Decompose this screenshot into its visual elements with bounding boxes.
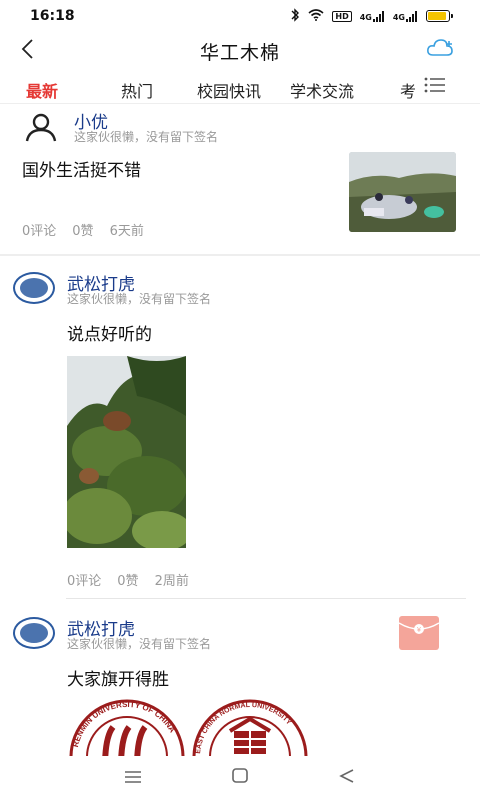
square-icon: [231, 768, 249, 788]
post-signature: 这家伙很懒，没有留下签名: [67, 637, 212, 651]
author-avatar[interactable]: [13, 617, 55, 649]
nav-menu-button[interactable]: [118, 763, 148, 793]
tab-latest[interactable]: 最新: [26, 78, 58, 102]
comment-count[interactable]: 0评论: [67, 570, 101, 589]
post-thumbnail[interactable]: [349, 152, 456, 232]
post-time: 2周前: [154, 574, 189, 589]
post-card[interactable]: 小优 这家伙很懒，没有留下签名 国外生活挺不错 0评论 0赞 6天前: [0, 106, 480, 254]
post-content[interactable]: 国外生活挺不错: [22, 156, 141, 181]
post-content[interactable]: 说点好听的: [67, 320, 152, 345]
post-signature: 这家伙很懒，没有留下签名: [67, 292, 212, 306]
nav-back-button[interactable]: [332, 763, 362, 793]
post-divider: [66, 598, 466, 599]
page-title: 华工木棉: [199, 41, 280, 64]
red-packet-button[interactable]: ¥: [398, 615, 440, 655]
post-image[interactable]: [67, 356, 186, 548]
post-card[interactable]: 武松打虎 这家伙很懒，没有留下签名 ¥ 大家旗开得胜 RENMIN UNIVER…: [0, 611, 480, 756]
bluetooth-icon: [290, 7, 300, 25]
post-feed[interactable]: 小优 这家伙很懒，没有留下签名 国外生活挺不错 0评论 0赞 6天前 武松打虎 …: [0, 106, 480, 756]
battery-icon: [426, 10, 453, 22]
post-meta: 0评论 0赞 2周前: [67, 570, 205, 589]
back-button[interactable]: [14, 38, 40, 64]
chevron-left-icon: [20, 39, 34, 63]
post-divider: [0, 254, 480, 256]
hd-badge: HD: [332, 10, 352, 22]
post-image[interactable]: EAST CHINA NORMAL UNIVERSITY: [190, 697, 310, 756]
post-meta: 0评论 0赞 6天前: [22, 220, 160, 239]
tab-campus-news[interactable]: 校园快讯: [197, 78, 261, 102]
post-image[interactable]: RENMIN UNIVERSITY OF CHINA: [67, 697, 187, 756]
signal-2-icon: 4G: [392, 10, 418, 22]
system-nav-bar: [0, 756, 480, 800]
post-content[interactable]: 大家旗开得胜: [67, 665, 169, 690]
wifi-icon: [308, 8, 324, 24]
user-avatar-icon[interactable]: [24, 112, 58, 146]
like-count[interactable]: 0赞: [72, 220, 93, 239]
app-header: 华工木棉: [0, 32, 480, 70]
post-signature: 这家伙很懒，没有留下签名: [74, 130, 219, 144]
list-menu-icon: [424, 77, 446, 98]
status-bar: 16:18 HD 4G 4G: [0, 0, 480, 32]
tab-academic[interactable]: 学术交流: [290, 78, 354, 102]
tab-hot[interactable]: 热门: [121, 78, 153, 102]
cloud-add-icon: [426, 38, 454, 62]
author-avatar[interactable]: [13, 272, 55, 304]
network-type-1: 4G: [359, 12, 372, 22]
post-time: 6天前: [109, 224, 144, 239]
hamburger-icon: [124, 769, 142, 788]
signal-1-icon: 4G: [359, 10, 385, 22]
nav-home-button[interactable]: [225, 763, 255, 793]
tab-exam[interactable]: 考: [400, 78, 416, 102]
red-packet-icon: ¥: [398, 616, 440, 655]
category-tabs: 最新 热门 校园快讯 学术交流 考: [0, 72, 480, 104]
status-icons: HD 4G 4G: [290, 7, 453, 25]
tabs-menu-button[interactable]: [424, 76, 448, 98]
network-type-2: 4G: [392, 12, 405, 22]
triangle-back-icon: [338, 768, 356, 788]
cloud-add-button[interactable]: [426, 38, 454, 62]
status-time: 16:18: [30, 8, 75, 24]
like-count[interactable]: 0赞: [117, 570, 138, 589]
post-card[interactable]: 武松打虎 这家伙很懒，没有留下签名 说点好听的 0评论 0赞 2周前: [0, 266, 480, 596]
comment-count[interactable]: 0评论: [22, 220, 56, 239]
svg-text:¥: ¥: [417, 627, 421, 634]
